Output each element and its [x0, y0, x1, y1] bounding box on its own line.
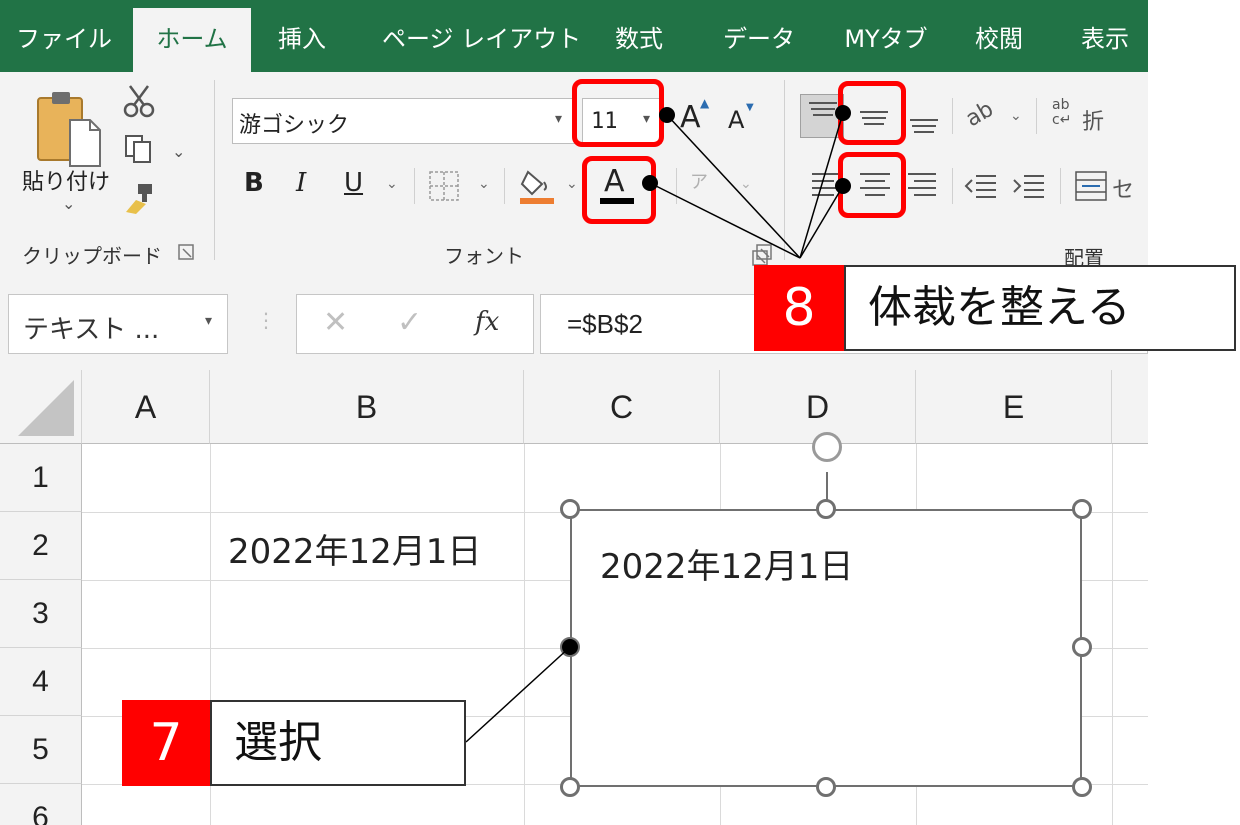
step-8-number: 8 [754, 265, 844, 351]
callout-dot [642, 175, 658, 191]
callout-dot [835, 178, 851, 194]
callout-dot [659, 107, 675, 123]
callout-dot [835, 105, 851, 121]
callout-dot [562, 639, 578, 655]
step-8-label: 体裁を整える [844, 265, 1236, 351]
step-7-number: 7 [122, 700, 210, 786]
step-7-label: 選択 [210, 700, 466, 786]
